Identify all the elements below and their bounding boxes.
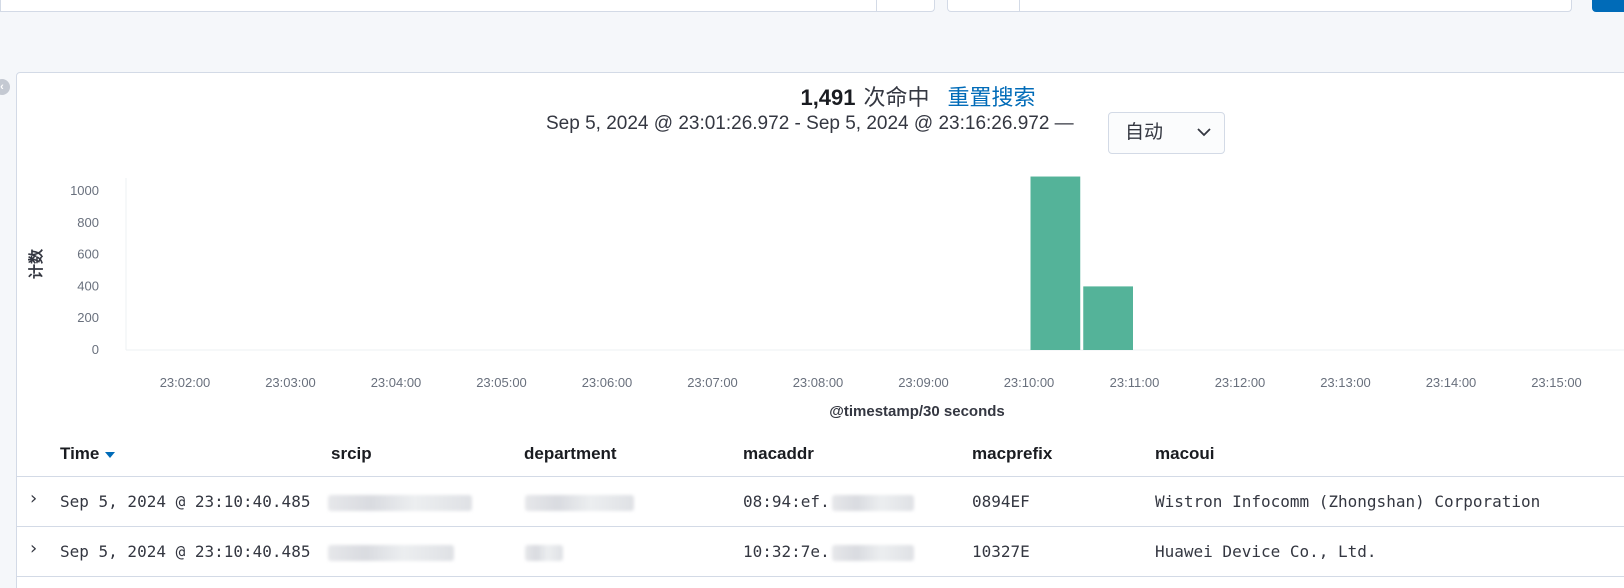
sort-down-icon[interactable] (105, 451, 116, 458)
hits-label: 次命中 (863, 85, 930, 110)
refresh-button[interactable] (1592, 0, 1624, 12)
column-header-macoui[interactable]: macoui (1155, 444, 1215, 464)
macaddr-redacted (831, 494, 914, 511)
hits-count: 1,491 (800, 85, 856, 110)
interval-select[interactable]: 自动 (1108, 112, 1225, 154)
column-header-department[interactable]: department (524, 444, 617, 464)
time-range-text: Sep 5, 2024 @ 23:01:26.972 - Sep 5, 2024… (546, 113, 1074, 134)
cell-time: Sep 5, 2024 @ 23:10:40.485 (60, 542, 311, 561)
query-bar (0, 0, 1624, 14)
cell-srcip-redacted (328, 542, 454, 561)
table-header: Time srcip department macaddr macprefix … (16, 440, 1624, 476)
column-header-srcip[interactable]: srcip (331, 444, 372, 464)
macaddr-redacted (831, 544, 914, 561)
date-picker-divider (1019, 0, 1020, 11)
column-label: Time (60, 444, 100, 463)
column-header-time[interactable]: Time (60, 444, 116, 464)
cell-macoui: Huawei Device Co., Ltd. (1155, 542, 1377, 561)
macaddr-visible: 10:32:7e. (743, 542, 830, 561)
cell-srcip-redacted (328, 492, 472, 511)
table-row: › Sep 5, 2024 @ 23:10:40.485 10:32:7e. 1… (16, 527, 1624, 577)
reset-search-link[interactable]: 重置搜索 (948, 85, 1036, 110)
column-header-macprefix[interactable]: macprefix (972, 444, 1052, 464)
expand-row-icon[interactable]: › (30, 488, 37, 509)
hits-summary: 1,491 次命中 重置搜索 (0, 80, 1624, 112)
table-row: › Sep 5, 2024 @ 23:10:40.485 08:94:ef. 0… (16, 477, 1624, 527)
row-divider (16, 576, 1624, 577)
search-query-input[interactable] (0, 0, 935, 12)
date-picker[interactable] (947, 0, 1572, 12)
cell-time: Sep 5, 2024 @ 23:10:40.485 (60, 492, 311, 511)
macaddr-visible: 08:94:ef. (743, 492, 830, 511)
cell-department-redacted (525, 542, 563, 561)
chevron-down-icon (1196, 113, 1212, 168)
cell-macaddr: 10:32:7e. (743, 542, 914, 561)
cell-macprefix: 10327E (972, 542, 1030, 561)
cell-macprefix: 0894EF (972, 492, 1030, 511)
cell-department-redacted (525, 492, 634, 511)
expand-row-icon[interactable]: › (30, 538, 37, 559)
interval-value: 自动 (1125, 122, 1164, 143)
column-header-macaddr[interactable]: macaddr (743, 444, 814, 464)
cell-macoui: Wistron Infocomm (Zhongshan) Corporation (1155, 492, 1541, 511)
query-divider (876, 0, 877, 11)
cell-macaddr: 08:94:ef. (743, 492, 914, 511)
